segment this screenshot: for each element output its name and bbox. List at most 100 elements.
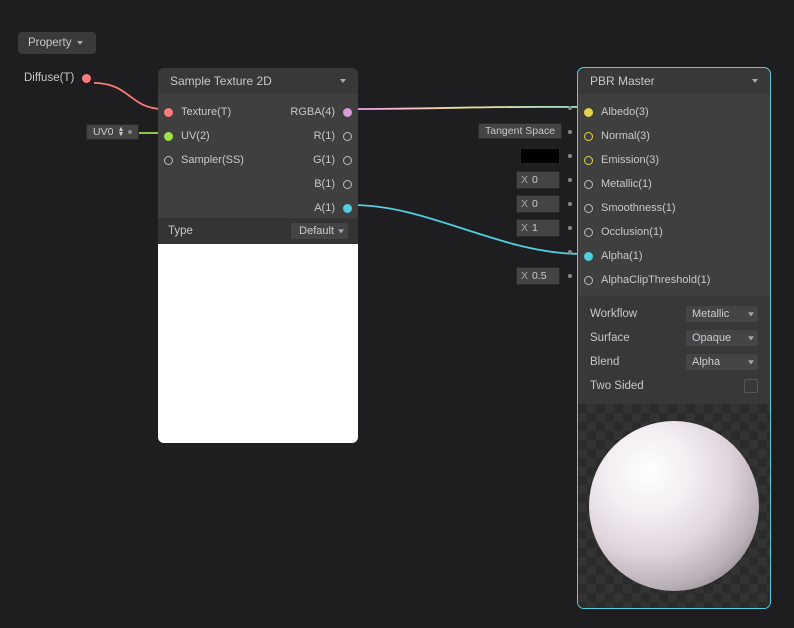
setting-label: Surface	[590, 332, 630, 344]
float-field[interactable]: X 0.5	[516, 267, 560, 285]
property-header[interactable]: Property	[18, 32, 96, 54]
setting-select[interactable]: Alpha	[686, 354, 758, 370]
port-icon[interactable]	[343, 132, 352, 141]
port-icon[interactable]	[343, 204, 352, 213]
connection-dot	[568, 226, 572, 230]
port-icon[interactable]	[584, 156, 593, 165]
node-body: Texture(T) UV(2) Sampler(SS) RGBA(4) R(1…	[158, 94, 358, 218]
footer-label: Type	[168, 225, 193, 237]
connection-dot	[568, 178, 572, 182]
port-icon[interactable]	[164, 108, 173, 117]
x-label: X	[521, 174, 528, 186]
blackboard-item-label: Diffuse(T)	[24, 72, 74, 84]
setting-workflow: WorkflowMetallic	[590, 302, 758, 326]
float-field[interactable]: X0	[516, 171, 560, 189]
uv-default-input[interactable]: UV0 ▲▼	[86, 124, 139, 140]
port-label: Albedo(3)	[601, 106, 649, 118]
input-port-albedo3[interactable]: Albedo(3)	[578, 100, 770, 124]
port-icon[interactable]	[584, 204, 593, 213]
setting-select[interactable]: Metallic	[686, 306, 758, 322]
property-title: Property	[28, 37, 71, 49]
x-label: X	[521, 198, 528, 210]
port-icon[interactable]	[343, 156, 352, 165]
node-pbr-master[interactable]: PBR Master Albedo(3) Normal(3) Emission(3)…	[578, 68, 770, 608]
setting-label: Two Sided	[590, 380, 644, 392]
x-value: 0.5	[532, 270, 547, 282]
input-port-occlusion1[interactable]: Occlusion(1)	[578, 220, 770, 244]
port-label: AlphaClipThreshold(1)	[601, 274, 710, 286]
input-port-sampler[interactable]: Sampler(SS)	[158, 148, 258, 172]
port-icon[interactable]	[584, 276, 593, 285]
connection-dot	[568, 106, 572, 110]
float-field[interactable]: X0	[516, 195, 560, 213]
output-port[interactable]	[82, 74, 91, 83]
setting-blend: Blend Alpha	[590, 350, 758, 374]
x-value: 0	[532, 174, 538, 186]
node-title: PBR Master	[590, 74, 655, 88]
emission-color-field[interactable]	[520, 148, 560, 164]
port-label: Smoothness(1)	[601, 202, 676, 214]
connection-dot	[128, 130, 132, 134]
output-port-b[interactable]: B(1)	[258, 172, 358, 196]
node-sample-texture-2d[interactable]: Sample Texture 2D Texture(T) UV(2) Sampl…	[158, 68, 358, 443]
connection-dot	[568, 202, 572, 206]
port-icon[interactable]	[584, 132, 593, 141]
updown-icon: ▲▼	[117, 127, 124, 137]
input-port-texture[interactable]: Texture(T)	[158, 100, 258, 124]
port-label: Alpha(1)	[601, 250, 643, 262]
port-icon[interactable]	[584, 180, 593, 189]
blackboard-item[interactable]: Diffuse(T)	[18, 72, 96, 84]
output-port-a[interactable]: A(1)	[258, 196, 358, 220]
setting-label: Blend	[590, 356, 619, 368]
chevron-down-icon	[77, 41, 83, 45]
input-port-alpha1[interactable]: Alpha(1)	[578, 244, 770, 268]
float-field[interactable]: X1	[516, 219, 560, 237]
preview-sphere	[589, 421, 759, 591]
output-port-r[interactable]: R(1)	[258, 124, 358, 148]
port-label: Emission(3)	[601, 154, 659, 166]
material-preview	[578, 404, 770, 608]
connection-dot	[568, 250, 572, 254]
port-icon[interactable]	[584, 228, 593, 237]
property-panel: Property Diffuse(T)	[18, 32, 96, 84]
input-port-emission3[interactable]: Emission(3)	[578, 148, 770, 172]
node-body: Albedo(3) Normal(3) Emission(3) Metallic(1)…	[578, 94, 770, 296]
x-label: X	[521, 222, 528, 234]
setting-two-sided: Two Sided	[590, 374, 758, 398]
input-port-uv[interactable]: UV(2)	[158, 124, 258, 148]
port-icon[interactable]	[584, 108, 593, 117]
connection-dot	[568, 130, 572, 134]
connection-dot	[568, 154, 572, 158]
node-preview	[158, 244, 358, 443]
port-label: Metallic(1)	[601, 178, 652, 190]
port-icon[interactable]	[343, 180, 352, 189]
port-icon[interactable]	[164, 156, 173, 165]
port-label: Occlusion(1)	[601, 226, 663, 238]
output-port-rgba[interactable]: RGBA(4)	[258, 100, 358, 124]
chevron-down-icon[interactable]	[340, 79, 346, 83]
x-label: X	[521, 270, 528, 282]
input-port-smoothness1[interactable]: Smoothness(1)	[578, 196, 770, 220]
connection-dot	[568, 274, 572, 278]
node-title: Sample Texture 2D	[170, 74, 272, 88]
port-icon[interactable]	[164, 132, 173, 141]
input-port-alphaclipthreshold1[interactable]: AlphaClipThreshold(1)	[578, 268, 770, 292]
uv-default-label: UV0	[93, 126, 113, 138]
chevron-down-icon[interactable]	[752, 79, 758, 83]
port-icon[interactable]	[343, 108, 352, 117]
setting-checkbox[interactable]	[744, 379, 758, 393]
pbr-settings: WorkflowMetallic Surface Opaque Blend Alpha T…	[578, 296, 770, 404]
output-port-g[interactable]: G(1)	[258, 148, 358, 172]
port-label: Normal(3)	[601, 130, 650, 142]
tangent-space-dropdown[interactable]: Tangent Space	[478, 123, 562, 139]
port-icon[interactable]	[584, 252, 593, 261]
node-title-bar[interactable]: PBR Master	[578, 68, 770, 94]
node-footer: Type Default	[158, 218, 358, 244]
setting-select[interactable]: Opaque	[686, 330, 758, 346]
node-title-bar[interactable]: Sample Texture 2D	[158, 68, 358, 94]
input-port-normal3[interactable]: Normal(3)	[578, 124, 770, 148]
x-value: 0	[532, 198, 538, 210]
type-select[interactable]: Default	[291, 223, 348, 239]
input-port-metallic1[interactable]: Metallic(1)	[578, 172, 770, 196]
setting-surface: Surface Opaque	[590, 326, 758, 350]
